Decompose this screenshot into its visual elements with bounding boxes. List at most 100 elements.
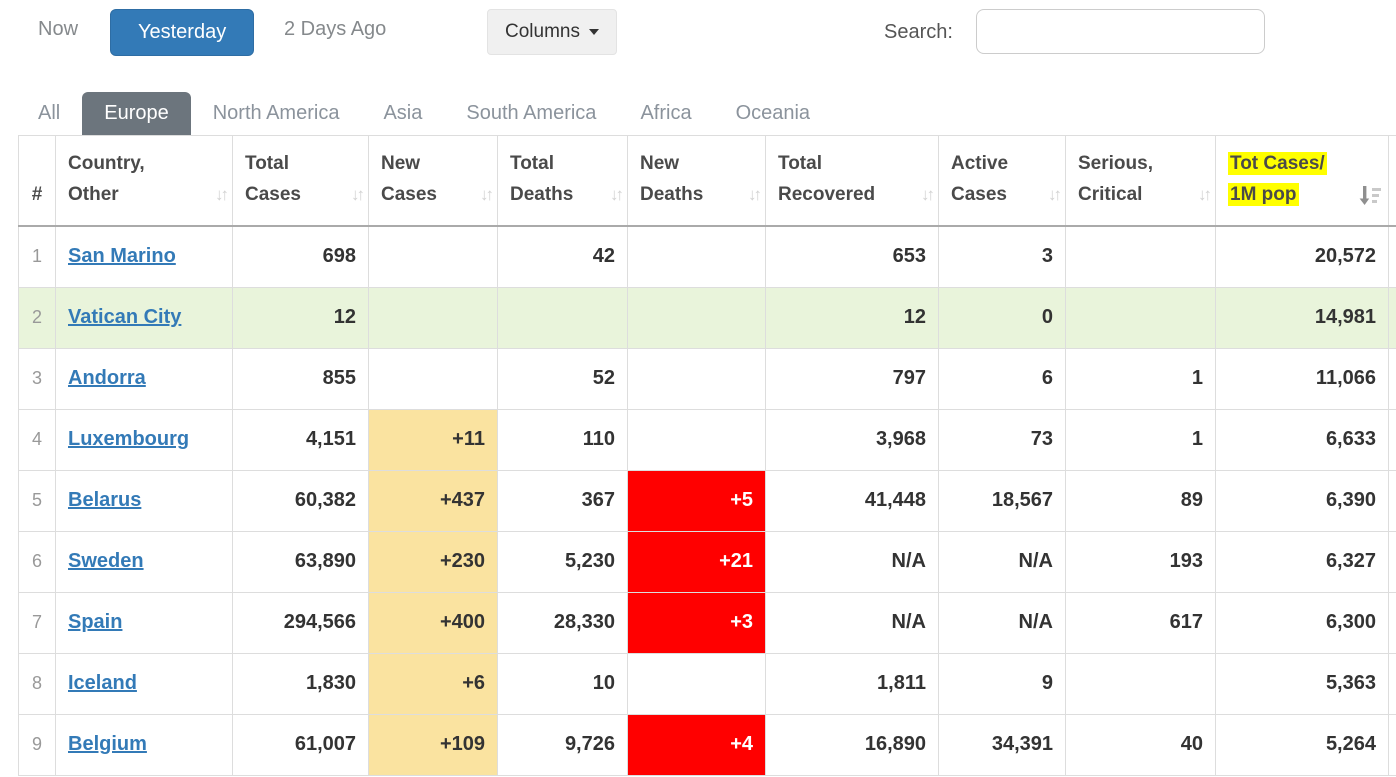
column-label-line: Cases (381, 179, 469, 210)
cell-total_cases: 698 (233, 226, 369, 287)
column-header-total_recovered[interactable]: TotalRecovered↓↑ (766, 136, 939, 227)
cell-clipped (1389, 714, 1396, 775)
column-label-line: Other (68, 179, 204, 210)
column-header-serious_critical[interactable]: Serious,Critical↓↑ (1066, 136, 1216, 227)
cell-total_recovered: 12 (766, 287, 939, 348)
cell-active_cases: 3 (939, 226, 1066, 287)
country-link[interactable]: Vatican City (68, 306, 181, 328)
column-header-country[interactable]: Country,Other↓↑ (56, 136, 233, 227)
cell-new_cases (369, 287, 498, 348)
country-link[interactable]: Belgium (68, 733, 147, 755)
column-header-cases_per_1m[interactable]: Tot Cases/1M pop (1216, 136, 1389, 227)
cell-index: 5 (19, 470, 56, 531)
cell-total_recovered: 653 (766, 226, 939, 287)
column-label-line: Total (778, 148, 910, 179)
country-link[interactable]: Belarus (68, 489, 141, 511)
tab-all[interactable]: All (16, 92, 82, 135)
time-filter-now[interactable]: Now (38, 18, 78, 41)
country-link[interactable]: Sweden (68, 550, 144, 572)
cell-total_deaths: 42 (498, 226, 628, 287)
cell-total_cases: 1,830 (233, 653, 369, 714)
cell-total_cases: 63,890 (233, 531, 369, 592)
cell-new_cases: +437 (369, 470, 498, 531)
cell-country: San Marino (56, 226, 233, 287)
column-header-clipped (1389, 136, 1396, 227)
tab-north-america[interactable]: North America (191, 92, 362, 135)
cell-serious_critical (1066, 287, 1216, 348)
cell-new_cases: +230 (369, 531, 498, 592)
column-label-line: # (23, 179, 51, 210)
cell-new_cases: +400 (369, 592, 498, 653)
sort-both-icon: ↓↑ (1198, 179, 1209, 210)
cell-total_recovered: 3,968 (766, 409, 939, 470)
cell-new_cases: +6 (369, 653, 498, 714)
country-link[interactable]: Andorra (68, 367, 146, 389)
sort-both-icon: ↓↑ (351, 179, 362, 210)
column-label-line: Total (510, 148, 599, 179)
cell-cases_per_1m: 6,633 (1216, 409, 1389, 470)
cell-clipped (1389, 287, 1396, 348)
cell-clipped (1389, 409, 1396, 470)
cell-cases_per_1m: 14,981 (1216, 287, 1389, 348)
column-label-line: Critical (1078, 179, 1187, 210)
cell-country: Belarus (56, 470, 233, 531)
highlighted-label: 1M pop (1228, 183, 1299, 206)
table-row: 3Andorra855527976111,066 (19, 348, 1396, 409)
tab-africa[interactable]: Africa (618, 92, 713, 135)
cell-new_deaths (628, 287, 766, 348)
sort-both-icon: ↓↑ (215, 179, 226, 210)
cell-cases_per_1m: 5,264 (1216, 714, 1389, 775)
column-header-total_deaths[interactable]: TotalDeaths↓↑ (498, 136, 628, 227)
cell-clipped (1389, 592, 1396, 653)
cell-country: Spain (56, 592, 233, 653)
cell-serious_critical: 1 (1066, 348, 1216, 409)
column-label-line: New (640, 148, 737, 179)
table-row: 4Luxembourg4,151+111103,9687316,633 (19, 409, 1396, 470)
country-link[interactable]: San Marino (68, 245, 176, 267)
cell-serious_critical: 40 (1066, 714, 1216, 775)
cell-new_deaths: +3 (628, 592, 766, 653)
cell-serious_critical (1066, 226, 1216, 287)
cell-cases_per_1m: 6,300 (1216, 592, 1389, 653)
tab-oceania[interactable]: Oceania (714, 92, 833, 135)
cell-active_cases: 34,391 (939, 714, 1066, 775)
column-header-new_cases[interactable]: NewCases ↓↑ (369, 136, 498, 227)
cell-total_cases: 12 (233, 287, 369, 348)
tab-europe[interactable]: Europe (82, 92, 191, 135)
country-link[interactable]: Luxembourg (68, 428, 189, 450)
chevron-down-icon (589, 29, 599, 35)
sort-both-icon: ↓↑ (480, 179, 491, 210)
cell-total_recovered: 16,890 (766, 714, 939, 775)
column-header-total_cases[interactable]: TotalCases↓↑ (233, 136, 369, 227)
cell-active_cases: 6 (939, 348, 1066, 409)
tab-asia[interactable]: Asia (361, 92, 444, 135)
cell-cases_per_1m: 20,572 (1216, 226, 1389, 287)
cell-clipped (1389, 531, 1396, 592)
column-label-line: Deaths (510, 179, 599, 210)
columns-dropdown-button[interactable]: Columns (487, 9, 617, 55)
country-link[interactable]: Iceland (68, 672, 137, 694)
cell-total_cases: 294,566 (233, 592, 369, 653)
column-label-line: Active (951, 148, 1037, 179)
cell-country: Luxembourg (56, 409, 233, 470)
cell-total_deaths: 367 (498, 470, 628, 531)
country-link[interactable]: Spain (68, 611, 122, 633)
cell-new_deaths: +5 (628, 470, 766, 531)
search-input[interactable] (976, 9, 1265, 54)
column-header-new_deaths[interactable]: NewDeaths↓↑ (628, 136, 766, 227)
cell-total_recovered: N/A (766, 592, 939, 653)
cell-country: Vatican City (56, 287, 233, 348)
tab-south-america[interactable]: South America (444, 92, 618, 135)
cell-index: 3 (19, 348, 56, 409)
time-filter-yesterday[interactable]: Yesterday (110, 9, 254, 56)
column-label-line: New (381, 148, 469, 179)
time-filter-2-days-ago[interactable]: 2 Days Ago (284, 18, 386, 41)
cell-serious_critical (1066, 653, 1216, 714)
countries-table-wrapper: #Country,Other↓↑TotalCases↓↑NewCases↓↑To… (18, 135, 1396, 776)
sort-both-icon: ↓↑ (748, 179, 759, 210)
cell-total_deaths (498, 287, 628, 348)
cell-cases_per_1m: 6,390 (1216, 470, 1389, 531)
column-header-active_cases[interactable]: ActiveCases↓↑ (939, 136, 1066, 227)
cell-new_cases: +11 (369, 409, 498, 470)
column-label-line: Total (245, 148, 340, 179)
